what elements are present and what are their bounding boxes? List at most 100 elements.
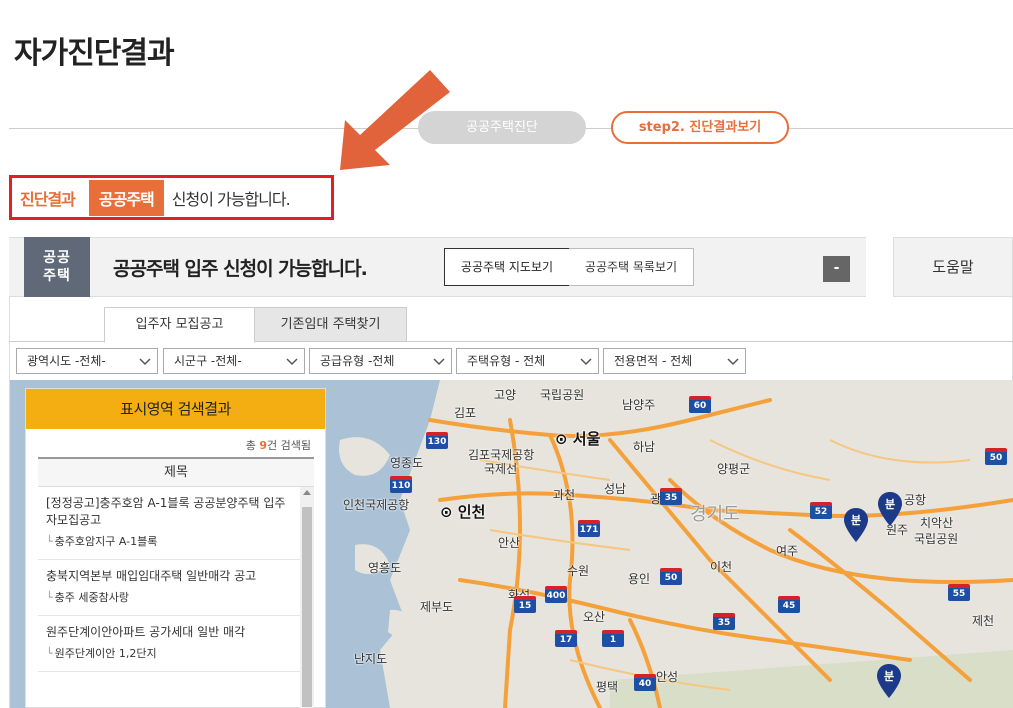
map-label-ansan: 안산 (498, 536, 521, 550)
map-label-jecheon: 제천 (972, 614, 995, 628)
map-pin-marker[interactable]: 분 (878, 492, 902, 526)
highway-shield: 55 (948, 584, 970, 601)
highway-shield: 171 (578, 520, 600, 537)
filter-area-select[interactable]: 전용면적 - 전체 (603, 348, 746, 374)
list-item[interactable]: 원주단계이안아파트 공가세대 일반 매각 └ 원주단계이안 1,2단지 (38, 616, 300, 672)
map-label-incheon-text: 인천 (457, 503, 486, 521)
map-label-seoul: ⊙ 서울 (555, 430, 601, 448)
map-label-yeongjongdo: 영종도 (390, 456, 424, 470)
scroll-up-icon[interactable] (303, 490, 311, 495)
highway-shield: 15 (514, 596, 536, 613)
list-item-title[interactable]: 원주단계이안아파트 공가세대 일반 매각 (46, 624, 292, 641)
list-item-sub-text: 원주단계이안 1,2단지 (54, 647, 157, 660)
map-label-nanjido: 난지도 (354, 652, 388, 666)
chevron-down-icon (433, 358, 445, 366)
map-label-jebudo: 제부도 (420, 600, 454, 614)
filter-area-value: 전용면적 - 전체 (614, 354, 693, 368)
ribbon-line-2: 주택 (43, 268, 71, 284)
ribbon-line-1: 공공 (43, 250, 71, 266)
highway-shield: 110 (390, 476, 412, 493)
chevron-down-icon (139, 358, 151, 366)
map-pin-marker[interactable]: 분 (844, 508, 868, 542)
map-pin-label: 분 (884, 498, 896, 511)
list-item-sub: └ 원주단계이안 1,2단지 (46, 645, 292, 661)
results-title: 표시영역 검색결과 (26, 389, 325, 429)
highway-shield: 50 (985, 448, 1007, 465)
results-column-header: 제목 (38, 457, 314, 487)
highway-shield: 52 (810, 502, 832, 519)
map-label-seoul-text: 서울 (572, 430, 601, 448)
map-label-incheon: ⊙ 인천 (440, 503, 486, 521)
map-label-airport: 공항 (904, 493, 927, 507)
highway-shield: 17 (555, 630, 577, 647)
map-label-gimpo-airport-intl: 국제선 (484, 462, 518, 476)
filter-city-select[interactable]: 시군구 -전체- (163, 348, 305, 374)
sub-marker-icon: └ (46, 535, 53, 548)
list-item-sub-text: 충주 세중참사랑 (54, 591, 129, 604)
filter-housing-type-value: 주택유형 - 전체 (467, 354, 546, 368)
map-pin-marker[interactable]: 분 (877, 664, 901, 698)
map-label-yangpyeong: 양평군 (717, 462, 751, 476)
chevron-down-icon (727, 358, 739, 366)
map-pin-label: 분 (850, 514, 862, 527)
result-highlight-box: 진단결과 공공주택 신청이 가능합니다. (9, 175, 334, 220)
highway-shield: 1 (602, 630, 624, 647)
list-item[interactable]: 충북지역본부 매입임대주택 일반매각 공고 └ 충주 세중참사랑 (38, 560, 300, 616)
map-label-yongin: 용인 (628, 572, 651, 586)
map-view-button[interactable]: 공공주택 지도보기 (444, 248, 570, 286)
filter-housing-type-select[interactable]: 주택유형 - 전체 (456, 348, 599, 374)
filter-supply-type-select[interactable]: 공급유형 -전체 (309, 348, 452, 374)
map-label-gimpo: 김포 (454, 406, 477, 420)
tab-recruitment-notice[interactable]: 입주자 모집공고 (104, 307, 255, 343)
pointer-arrow-icon (340, 70, 450, 170)
collapse-button[interactable]: - (823, 256, 850, 282)
list-item-sub: └ 충주 세중참사랑 (46, 589, 292, 605)
list-item-sub: └ 충주호암지구 A-1블록 (46, 533, 292, 549)
list-item-title[interactable]: [정정공고]충주호암 A-1블록 공공분양주택 입주자모집공고 (46, 495, 292, 529)
map-label-national-park: 국립공원 (540, 388, 585, 402)
highway-shield: 50 (660, 568, 682, 585)
filter-supply-type-value: 공급유형 -전체 (320, 354, 395, 368)
highway-shield: 130 (426, 432, 448, 449)
map-label-yeongheungdo: 영흥도 (368, 561, 402, 575)
list-view-button[interactable]: 공공주택 목록보기 (569, 248, 694, 286)
filter-province-select[interactable]: 광역시도 -전체- (16, 348, 158, 374)
map-label-namyangju: 남양주 (622, 398, 656, 412)
highway-shield: 40 (634, 674, 656, 691)
search-results-panel: 표시영역 검색결과 총 9건 검색됨 제목 [정정공고]충주호암 A-1블록 공… (25, 388, 326, 708)
list-item-title[interactable]: 충북지역본부 매입임대주택 일반매각 공고 (46, 568, 292, 585)
chevron-down-icon (580, 358, 592, 366)
filter-city-value: 시군구 -전체- (174, 354, 242, 368)
result-label: 진단결과 (20, 189, 76, 209)
tab-existing-rental[interactable]: 기존임대 주택찾기 (254, 307, 407, 342)
panel-title: 공공주택 입주 신청이 가능합니다. (113, 258, 368, 280)
sub-marker-icon: └ (46, 647, 53, 660)
map-label-goyang: 고양 (494, 388, 517, 402)
map-pin-label: 분 (883, 670, 895, 683)
highway-shield: 400 (545, 586, 567, 603)
map-label-gyeonggido: 경기도 (690, 504, 740, 525)
map-label-chiaksan-park: 국립공원 (914, 532, 959, 546)
filter-province-value: 광역시도 -전체- (27, 354, 106, 368)
highway-shield: 45 (778, 596, 800, 613)
map-label-seongnam: 성남 (604, 482, 627, 496)
results-list: [정정공고]충주호암 A-1블록 공공분양주택 입주자모집공고 └ 충주호암지구 … (38, 487, 300, 708)
page-title: 자가진단결과 (14, 36, 175, 71)
highway-shield: 35 (660, 488, 682, 505)
map-label-yeoju: 여주 (776, 544, 799, 558)
step2-badge[interactable]: step2. 진단결과보기 (611, 111, 789, 144)
map-label-pyeongtaek: 평택 (596, 680, 619, 694)
map-label-icheon: 이천 (710, 560, 733, 574)
results-scrollbar-thumb[interactable] (302, 507, 312, 707)
map-label-suwon: 수원 (567, 564, 590, 578)
sub-marker-icon: └ (46, 591, 53, 604)
help-button[interactable]: 도움말 (893, 237, 1013, 297)
ribbon-label: 공공 주택 (24, 249, 90, 285)
results-count-prefix: 총 (245, 439, 260, 452)
highway-shield: 35 (713, 613, 735, 630)
result-text: 신청이 가능합니다. (171, 189, 291, 209)
results-count-suffix: 건 검색됨 (267, 439, 311, 452)
highway-shield: 60 (689, 396, 711, 413)
list-item[interactable]: [정정공고]충주호암 A-1블록 공공분양주택 입주자모집공고 └ 충주호암지구 … (38, 487, 300, 560)
map-label-chiaksan: 치악산 (920, 516, 954, 530)
